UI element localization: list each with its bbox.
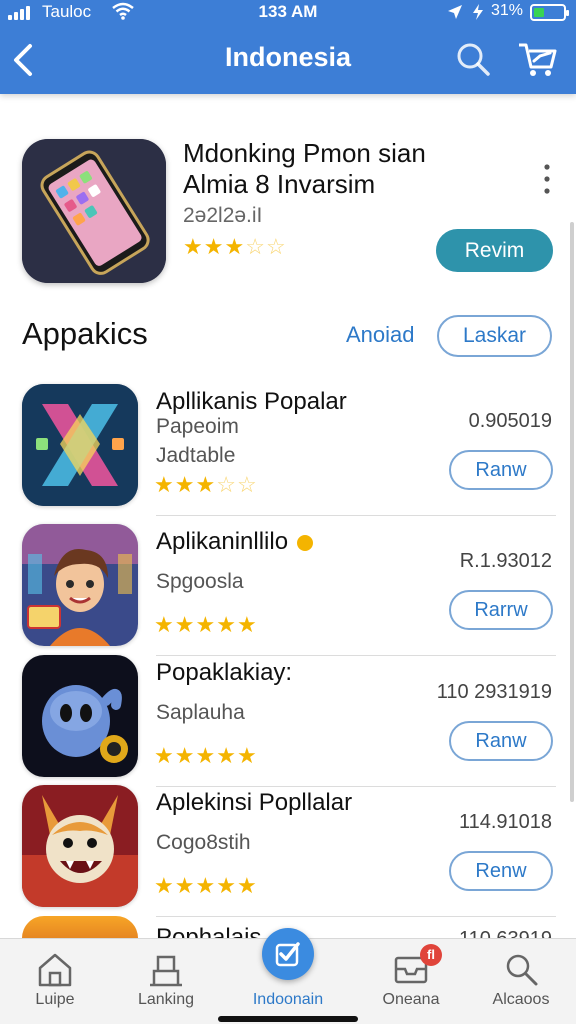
star-empty-icon: ☆: [265, 234, 287, 259]
battery-icon: [530, 4, 569, 21]
nav-center-button[interactable]: [262, 928, 314, 980]
app-name: Aplikaninllilo: [156, 528, 313, 556]
app-rating-stars: ★★★★★: [154, 612, 258, 638]
section-link[interactable]: Anoiad: [346, 322, 415, 348]
app-developer: Cogo8stih: [156, 831, 251, 854]
star-filled-icon: ★: [174, 472, 196, 497]
nav-label: Oneana: [382, 991, 440, 1008]
battery-percent: 31%: [491, 2, 524, 19]
star-empty-icon: ☆: [216, 472, 237, 497]
star-filled-icon: ★: [195, 612, 217, 637]
featured-title: Mdonking Pmon sian Almia 8 Invarsim: [183, 138, 483, 200]
blue-blob-app-icon[interactable]: [22, 655, 138, 777]
star-filled-icon: ★: [195, 873, 217, 898]
search-icon: [506, 954, 538, 986]
featured-title-line2: Almia 8 Invarsim: [183, 169, 376, 199]
nav-label: Indoonain: [252, 991, 324, 1008]
list-item[interactable]: Aplekinsi Popllalar Cogo8stih ★★★★★ 114.…: [0, 785, 576, 917]
divider: [156, 515, 556, 516]
app-name: Aplekinsi Popllalar: [156, 789, 353, 816]
section-title: Appakics: [22, 316, 148, 351]
star-filled-icon: ★: [174, 612, 196, 637]
featured-rating-stars: ★★★☆☆: [183, 234, 287, 260]
app-action-button[interactable]: Ranw: [449, 721, 553, 761]
star-filled-icon: ★: [236, 743, 258, 768]
home-icon: [38, 953, 72, 987]
top-app-bar: Tauloc 133 AM 31% Indonesia: [0, 0, 576, 94]
app-action-button[interactable]: Renw: [449, 851, 553, 891]
app-action-button[interactable]: Rarrw: [449, 590, 553, 630]
cartoon-boy-app-icon[interactable]: [22, 524, 138, 646]
app-rating-stars: ★★★☆☆: [154, 472, 258, 498]
star-filled-icon: ★: [224, 234, 246, 259]
app-size: 110 2931919: [436, 681, 552, 703]
app-size: 0.905019: [468, 410, 552, 432]
charging-icon: [473, 4, 483, 20]
star-filled-icon: ★: [195, 743, 217, 768]
app-category: Jadtable: [156, 444, 236, 467]
star-filled-icon: ★: [154, 612, 175, 637]
star-filled-icon: ★: [154, 472, 175, 497]
nav-item-home[interactable]: Luipe: [0, 939, 110, 1024]
nav-item-search[interactable]: Alcaoos: [466, 939, 576, 1024]
app-developer: Saplauha: [156, 701, 245, 724]
home-indicator: [218, 1016, 358, 1022]
smartphone-app-icon[interactable]: [22, 139, 166, 283]
app-developer: Spgoosla: [156, 570, 244, 593]
app-size: R.1.93012: [459, 550, 552, 572]
featured-title-line1: Mdonking Pmon sian: [183, 138, 426, 168]
section-button[interactable]: Laskar: [437, 315, 552, 357]
nav-item-inbox[interactable]: Oneana: [356, 939, 466, 1024]
featured-action-button[interactable]: Revim: [436, 229, 553, 272]
check-edit-icon: [275, 942, 300, 967]
podium-icon: [150, 955, 182, 987]
star-filled-icon: ★: [183, 234, 204, 259]
app-size: 114.91018: [458, 811, 552, 833]
location-arrow-icon: [448, 5, 462, 19]
featured-date: 2ә2l2ә.іI: [183, 204, 263, 227]
star-filled-icon: ★: [236, 873, 258, 898]
app-name: Apllikanis Popalar: [156, 388, 347, 415]
nav-label: Alcaoos: [492, 991, 550, 1008]
scrollbar[interactable]: [570, 222, 574, 802]
star-filled-icon: ★: [203, 234, 225, 259]
notification-badge: fl: [420, 944, 442, 966]
list-item[interactable]: Aplikaninllilo Spgoosla ★★★★★ R.1.93012 …: [0, 524, 576, 656]
x-gradient-app-icon[interactable]: [22, 384, 138, 506]
app-action-button[interactable]: Ranw: [449, 450, 553, 490]
app-name-text: Aplikaninllilo: [156, 528, 289, 555]
cart-icon[interactable]: [516, 40, 558, 80]
star-filled-icon: ★: [216, 873, 237, 898]
search-icon[interactable]: [454, 40, 492, 78]
app-developer: Papeoim: [156, 415, 239, 438]
status-bar: Tauloc 133 AM 31%: [0, 0, 576, 26]
star-filled-icon: ★: [236, 612, 258, 637]
nav-item-ranking[interactable]: Lanking: [111, 939, 221, 1024]
app-rating-stars: ★★★★★: [154, 873, 258, 899]
more-vertical-icon[interactable]: [538, 162, 556, 196]
star-filled-icon: ★: [174, 743, 196, 768]
app-name: Popaklakiay:: [156, 659, 293, 686]
verified-badge-icon: [296, 534, 313, 551]
star-empty-icon: ☆: [245, 234, 266, 259]
app-rating-stars: ★★★★★: [154, 743, 258, 769]
list-item[interactable]: Apllikanis Popalar Papeoim Jadtable ★★★☆…: [0, 384, 576, 516]
star-filled-icon: ★: [174, 873, 196, 898]
list-item[interactable]: Popaklakiay: Saplauha ★★★★★ 110 2931919 …: [0, 655, 576, 787]
cartoon-dog-app-icon[interactable]: [22, 785, 138, 907]
status-time: 133 AM: [258, 2, 318, 21]
star-empty-icon: ☆: [236, 472, 258, 497]
star-filled-icon: ★: [154, 743, 175, 768]
star-filled-icon: ★: [195, 472, 217, 497]
star-filled-icon: ★: [154, 873, 175, 898]
nav-label: Lanking: [137, 991, 195, 1008]
star-filled-icon: ★: [216, 612, 237, 637]
nav-label: Luipe: [35, 991, 75, 1008]
star-filled-icon: ★: [216, 743, 237, 768]
